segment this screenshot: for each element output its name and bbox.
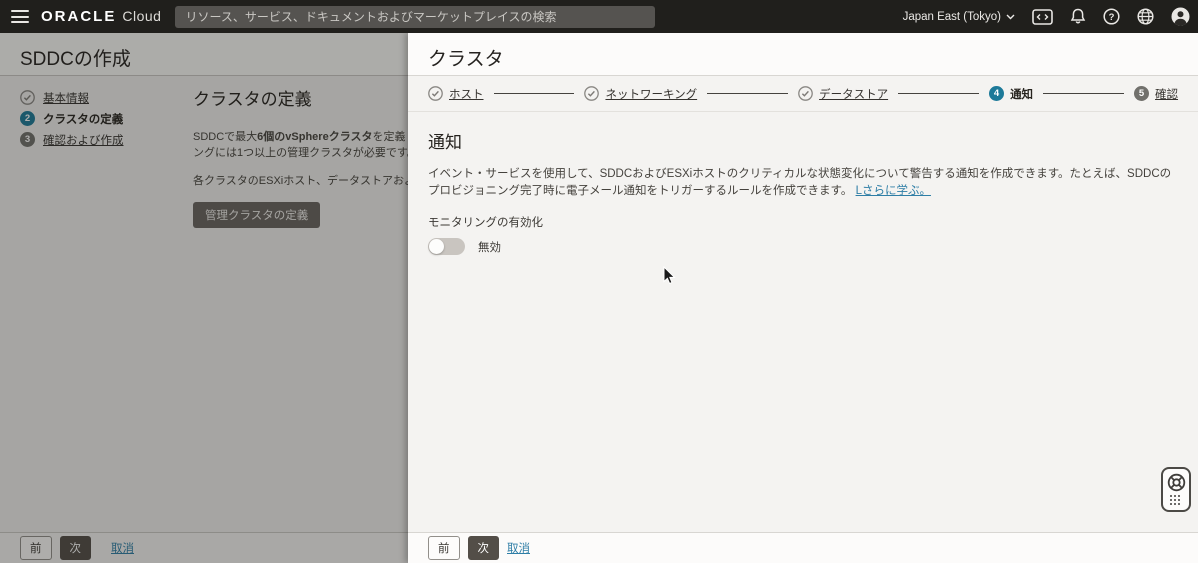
- stepper-connector: [707, 93, 789, 94]
- cluster-panel: クラスタ ホスト ネットワーキング データストア 4 通知 5 確認 通知 イベ…: [408, 33, 1198, 563]
- next-button[interactable]: 次: [467, 536, 499, 560]
- logo-cloud-text: Cloud: [122, 8, 162, 24]
- cancel-link[interactable]: 取消: [507, 540, 530, 556]
- topbar: ORACLE Cloud Japan East (Tokyo) ?: [0, 0, 1198, 33]
- life-ring-icon: [1167, 473, 1185, 491]
- stepper-step-label: 通知: [1010, 88, 1034, 101]
- stepper-connector: [898, 93, 980, 94]
- cluster-panel-header: クラスタ: [408, 33, 1198, 76]
- language-globe-icon[interactable]: [1137, 8, 1154, 25]
- stepper-step-networking[interactable]: ネットワーキング: [584, 86, 697, 102]
- topbar-actions: Japan East (Tokyo) ?: [903, 0, 1190, 33]
- user-avatar[interactable]: [1171, 7, 1190, 26]
- check-circle-icon: [428, 86, 443, 101]
- stepper-step-label: ネットワーキング: [605, 88, 698, 101]
- notifications-section: 通知 イベント・サービスを使用して、SDDCおよびESXiホストのクリティカルな…: [428, 128, 1180, 255]
- check-circle-icon: [584, 86, 600, 101]
- help-icon[interactable]: ?: [1103, 8, 1120, 25]
- chevron-down-icon: [1006, 14, 1015, 19]
- menu-icon[interactable]: [11, 10, 29, 23]
- developer-tools-icon[interactable]: [1032, 8, 1053, 25]
- logo-oracle-text: ORACLE: [41, 8, 117, 25]
- monitoring-toggle[interactable]: [428, 238, 465, 255]
- stepper-step-label: 確認: [1155, 88, 1179, 101]
- modal-backdrop: [0, 33, 408, 563]
- cluster-stepper: ホスト ネットワーキング データストア 4 通知 5 確認: [408, 76, 1198, 112]
- support-launcher[interactable]: [1161, 467, 1191, 512]
- notifications-heading: 通知: [428, 133, 462, 152]
- search-input[interactable]: [175, 5, 656, 28]
- cluster-panel-footer: 前 次 取消: [408, 532, 1198, 563]
- check-circle-icon: [798, 86, 813, 101]
- step-number-badge: 5: [1134, 86, 1150, 101]
- svg-text:?: ?: [1109, 12, 1115, 23]
- step-number-badge: 4: [989, 86, 1005, 101]
- stepper-step-review[interactable]: 5 確認: [1134, 86, 1178, 102]
- toggle-state-text: 無効: [478, 241, 501, 254]
- toggle-knob: [429, 239, 444, 254]
- oracle-cloud-logo[interactable]: ORACLE Cloud: [41, 8, 161, 25]
- apps-grid-icon: [1170, 494, 1182, 507]
- stepper-step-notifications: 4 通知: [989, 86, 1033, 102]
- monitoring-toggle-label: モニタリングの有効化: [428, 217, 543, 229]
- stepper-step-hosts[interactable]: ホスト: [428, 86, 484, 102]
- learn-more-link[interactable]: Lさらに学ぶ。: [856, 185, 931, 197]
- region-selector[interactable]: Japan East (Tokyo): [903, 11, 1015, 23]
- oracle-cloud-console: ORACLE Cloud Japan East (Tokyo) ?: [0, 0, 1198, 563]
- notifications-bell-icon[interactable]: [1070, 8, 1086, 25]
- stepper-step-label: ホスト: [449, 88, 484, 101]
- cluster-panel-title: クラスタ: [428, 49, 504, 70]
- notifications-description: イベント・サービスを使用して、SDDCおよびESXiホストのクリティカルな状態変…: [428, 168, 1172, 197]
- monitoring-toggle-row: 無効: [428, 238, 1180, 255]
- previous-button[interactable]: 前: [428, 536, 460, 560]
- stepper-step-label: データストア: [819, 88, 889, 101]
- stepper-connector: [493, 93, 575, 94]
- create-sddc-wizard: SDDCの作成 基本情報 2 クラスタの定義 3 確認および作成 クラスタの定義…: [0, 33, 408, 563]
- region-label: Japan East (Tokyo): [902, 10, 1001, 23]
- stepper-step-datastores[interactable]: データストア: [798, 86, 888, 102]
- stepper-connector: [1043, 93, 1125, 94]
